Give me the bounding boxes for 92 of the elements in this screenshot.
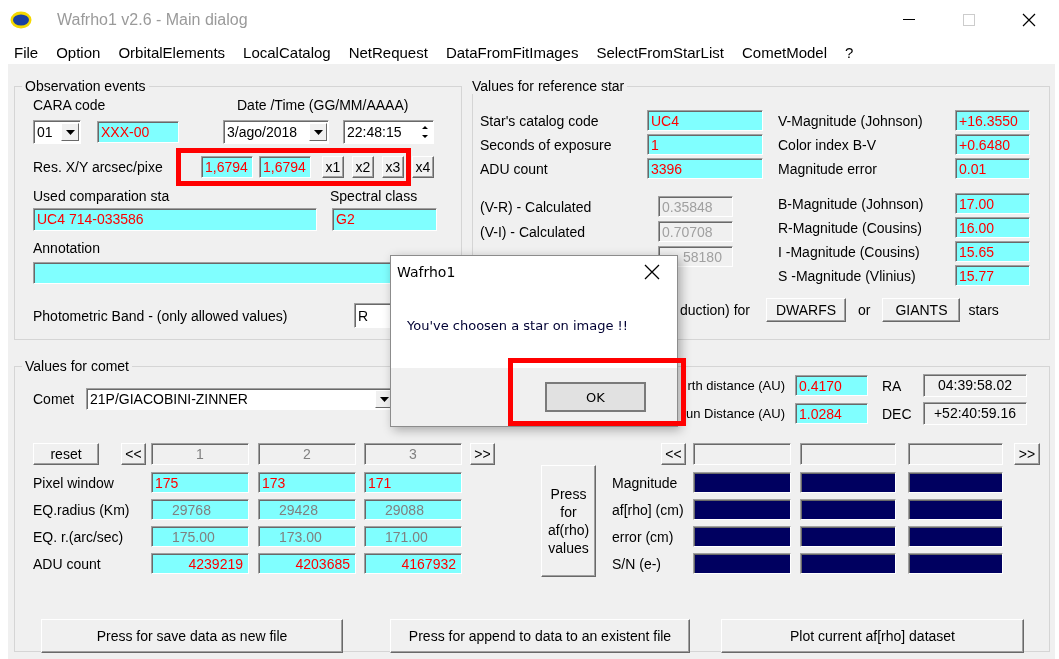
value-field: 29088 <box>364 499 462 520</box>
action-button[interactable]: Press for save data as new file <box>41 619 343 653</box>
scale-button[interactable]: x2 <box>352 156 374 178</box>
menu-item[interactable]: LocalCatalog <box>243 43 331 61</box>
row-label: Magnitude <box>612 474 679 491</box>
previous-button[interactable]: << <box>121 443 146 465</box>
group-title: Observation events <box>24 78 147 94</box>
value-field: 4239219 <box>151 553 249 574</box>
field-label: Star's catalog code <box>480 112 600 129</box>
field-label: stars <box>968 302 999 318</box>
field-label: Res. X/Y arcsec/pixe <box>33 159 164 175</box>
field-label: Comet <box>33 391 76 407</box>
field-label: (V-I) - Calculated <box>480 223 587 240</box>
window-title: Wafrho1 v2.6 - Main dialog <box>57 11 248 29</box>
row-label: EQ.radius (Km) <box>33 501 131 518</box>
field-label: V-Magnitude (Johnson) <box>778 112 924 129</box>
next-button[interactable]: >> <box>470 443 495 465</box>
field-label: Spectral class <box>330 188 418 204</box>
menu-item[interactable]: SelectFromStarList <box>596 43 724 61</box>
giants-button[interactable]: GIANTS <box>882 298 961 322</box>
time-field[interactable]: 22:48:15 <box>343 120 434 144</box>
scale-button[interactable]: x4 <box>412 156 434 178</box>
value-field: 29428 <box>258 499 356 520</box>
action-button[interactable]: Press for append to data to an existent file <box>390 619 690 653</box>
code-dropdown[interactable]: 01 <box>33 120 81 144</box>
row-label: af[rho] (cm) <box>612 501 685 518</box>
field-label: Seconds of exposure <box>480 136 613 153</box>
field-label: ADU count <box>480 160 549 177</box>
dialog-title: Wafrho1 <box>397 264 456 280</box>
scale-button[interactable]: x1 <box>322 156 344 178</box>
field-label: (V-R) - Calculated <box>480 198 593 215</box>
column-header: 2 <box>258 443 356 465</box>
column-header: 3 <box>364 443 462 465</box>
menu-item[interactable]: File <box>14 43 39 61</box>
group-title: Values for reference star <box>471 78 626 94</box>
dwarfs-button[interactable]: DWARFS <box>766 298 846 322</box>
field-label: Annotation <box>33 240 100 256</box>
field-label: Color index B-V <box>778 136 878 153</box>
caret-icon <box>379 396 389 402</box>
menu-item[interactable]: ? <box>845 43 854 61</box>
field-label: Magnitude error <box>778 160 878 177</box>
action-button[interactable]: Plot current af[rho] dataset <box>721 619 1024 653</box>
menu-item[interactable]: DataFromFitImages <box>445 43 579 61</box>
maximize-icon <box>963 14 975 26</box>
menu-item[interactable]: Option <box>56 43 101 61</box>
value-field: 29768 <box>151 499 249 520</box>
row-label: error (cm) <box>612 528 675 545</box>
reset-button[interactable]: reset <box>33 443 99 465</box>
caret-icon <box>65 129 75 135</box>
field-label: un Distance (AU) <box>685 406 785 421</box>
next-button[interactable]: >> <box>1014 443 1040 465</box>
close-icon <box>1022 13 1036 27</box>
minimize-icon <box>903 19 915 21</box>
field-label: B-Magnitude (Johnson) <box>778 195 925 212</box>
value-field: 175.00 <box>151 526 249 547</box>
row-label: ADU count <box>33 555 102 572</box>
field-label: Used comparation sta <box>33 188 171 204</box>
or-label: or <box>858 302 871 318</box>
field-label: CARA code <box>33 97 107 113</box>
row-label: S/N (e-) <box>612 555 662 572</box>
compute-button[interactable]: Press for af(rho) values <box>541 465 596 577</box>
row-label: Pixel window <box>33 474 115 491</box>
field-label: S -Magnitude (Vlinius) <box>778 267 917 284</box>
row-label: EQ. r.(arc/sec) <box>33 528 125 545</box>
readonly-field: 0.70708 <box>658 221 733 242</box>
column-header: 1 <box>151 443 249 465</box>
readonly-field: 0.35848 <box>658 196 733 217</box>
field-label: DEC <box>882 405 913 422</box>
value-field: 173.00 <box>258 526 356 547</box>
field-label: duction) for <box>678 302 750 318</box>
field-label: Date /Time (GG/MM/AAAA) <box>237 97 409 113</box>
value-field: 4167932 <box>364 553 462 574</box>
value-field: 4203685 <box>258 553 356 574</box>
group-title: Values for comet <box>24 358 130 374</box>
readonly-field: 04:39:58.02 <box>923 374 1027 397</box>
field-label: I -Magnitude (Cousins) <box>778 243 921 260</box>
app-logo-icon <box>10 11 32 29</box>
close-icon <box>644 264 660 280</box>
date-picker[interactable]: 3/ago/2018 <box>223 120 329 144</box>
menu-item[interactable]: NetRequest <box>348 43 428 61</box>
caret-icon <box>313 129 323 135</box>
field-label: rth distance (AU) <box>686 378 785 393</box>
menu-item[interactable]: OrbitalElements <box>118 43 226 61</box>
field-label: RA <box>882 377 903 394</box>
scale-button[interactable]: x3 <box>382 156 404 178</box>
previous-button[interactable]: << <box>661 443 686 465</box>
field-label: R-Magnitude (Cousins) <box>778 219 923 236</box>
field-label: Photometric Band - (only allowed values) <box>33 307 289 324</box>
readonly-field: +52:40:59.16 <box>923 402 1027 425</box>
menu-item[interactable]: CometModel <box>741 43 827 61</box>
ok-button[interactable]: OK <box>545 382 646 412</box>
value-field: 171.00 <box>364 526 462 547</box>
